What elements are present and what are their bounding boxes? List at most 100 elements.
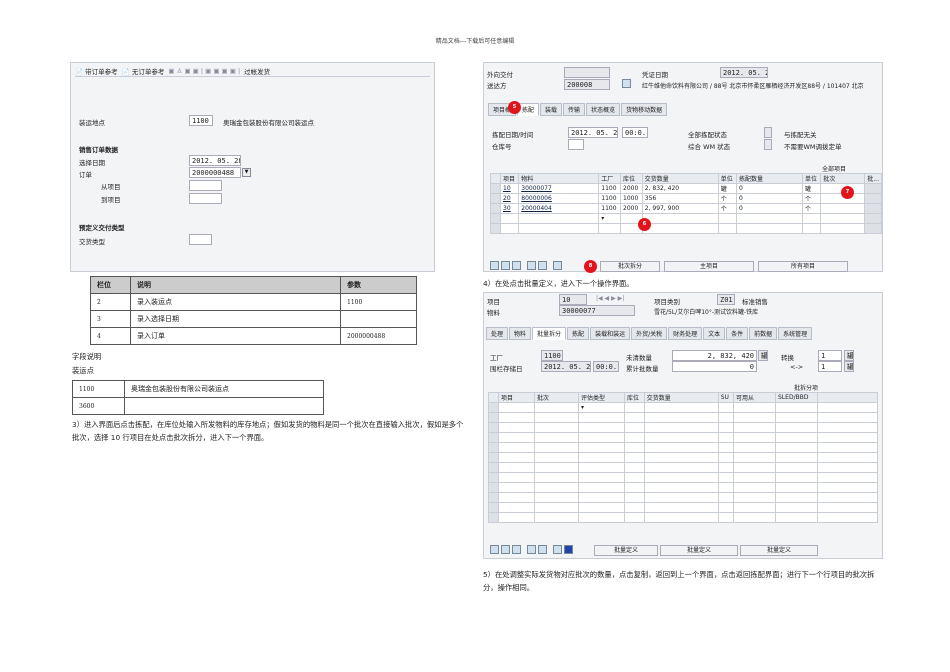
tab-processing[interactable]: 处理 [486, 327, 509, 340]
batch-define-button-3[interactable]: 批量定义 [740, 545, 818, 556]
material-link[interactable]: 80000006 [521, 195, 552, 202]
material-link[interactable]: 20000404 [521, 205, 552, 212]
batch-split-button[interactable]: 批次拆分 [600, 261, 660, 272]
doc-date-input[interactable]: 2012. 05. 28 [720, 67, 768, 78]
conversion-1-input[interactable]: 1 [818, 350, 842, 361]
no-order-ref-button[interactable]: 📄 无订单参考 [122, 66, 165, 76]
dropdown-icon[interactable]: ▾ [598, 213, 621, 224]
select-date-input[interactable]: 2012. 05. 28 [189, 155, 241, 166]
row-selector[interactable] [490, 183, 501, 194]
item-nav-arrows[interactable]: |◀ ◀ ▶ ▶| [596, 295, 624, 302]
tab-admin[interactable]: 系统管理 [778, 327, 813, 340]
batch-define-button-2[interactable]: 批量定义 [660, 545, 738, 556]
item-link[interactable]: 10 [503, 185, 511, 192]
pick-qty-input[interactable]: 0 [736, 203, 803, 214]
batch-define-button-1[interactable]: 批量定义 [594, 545, 658, 556]
table-row[interactable] [488, 412, 878, 423]
field-desc-heading: 字段说明 [72, 352, 102, 361]
table-row: 3 录入选择日期 [90, 310, 417, 328]
table-row[interactable]: ▾ [490, 213, 882, 224]
table-row[interactable] [488, 442, 878, 453]
table-row[interactable] [488, 492, 878, 503]
storage-location-input[interactable]: 1000 [620, 193, 643, 204]
wm-input[interactable] [764, 139, 772, 150]
table-row[interactable] [488, 422, 878, 433]
open-qty-input[interactable]: 2, 832, 420 [672, 350, 757, 361]
cell: 1100 [598, 183, 621, 194]
table-row[interactable]: 20 80000006 1100 1000 356 个 0 个 [490, 193, 882, 204]
table-row[interactable]: 10 30000077 1100 2000 2, 832, 420 罐 0 罐 [490, 183, 882, 194]
material-link[interactable]: 30000077 [521, 185, 552, 192]
grid-toolbar-icons[interactable] [490, 261, 562, 270]
shipping-point-input[interactable]: 1100 [189, 115, 213, 126]
table-row[interactable] [488, 462, 878, 473]
col-header: 单位 [801, 173, 822, 184]
table-row[interactable] [488, 452, 878, 463]
plant-input[interactable]: 1100 [541, 350, 563, 361]
material-input[interactable]: 30000077 [559, 305, 635, 316]
tab-picking[interactable]: 拣配 [567, 327, 590, 340]
batch-input[interactable] [820, 203, 866, 214]
item-link[interactable]: 30 [503, 205, 511, 212]
toolbar-icons[interactable]: ▣ ♙ ▣ ▣ | ▣ ▣ ▣ ▣ | [168, 67, 240, 75]
table-row[interactable]: 30 20000404 1100 2000 2, 997, 900 个 0 个 [490, 203, 882, 214]
dropdown-icon[interactable]: ▾ [578, 402, 625, 413]
address-text: 红牛维他命饮料有限公司 / 88号 北京市怀柔区雁栖经济开发区88号 / 101… [642, 83, 864, 90]
order-dropdown-icon[interactable]: ▼ [242, 168, 251, 177]
cum-qty-input[interactable]: 0 [672, 361, 757, 372]
batch-button[interactable] [864, 203, 882, 214]
item-category-input[interactable]: Z01 [717, 294, 735, 305]
row-selector[interactable] [490, 193, 501, 204]
pick-qty-input[interactable]: 0 [736, 193, 803, 204]
material-label: 物料 [487, 309, 500, 317]
tab-billing[interactable]: 财务处理 [668, 327, 703, 340]
delivery-type-label: 交货类型 [79, 238, 105, 246]
item-link[interactable]: 20 [503, 195, 511, 202]
tab-preceding[interactable]: 前数据 [749, 327, 778, 340]
storage-location-input[interactable]: 2000 [620, 203, 643, 214]
table-row[interactable] [490, 223, 882, 234]
tab-foreign-trade[interactable]: 外贸/关税 [631, 327, 668, 340]
tab-loading-shipping[interactable]: 装载和装运 [590, 327, 631, 340]
ship-to-input[interactable]: 200008 [564, 79, 610, 90]
table-row[interactable] [488, 432, 878, 443]
table-row[interactable] [488, 512, 878, 523]
all-items-button[interactable]: 所有项目 [758, 261, 848, 272]
from-item-input[interactable] [189, 180, 222, 191]
batch-button[interactable] [864, 183, 882, 194]
tab-loading[interactable]: 装载 [540, 103, 563, 116]
tab-batch-split[interactable]: 批量拆分 [532, 327, 567, 340]
fence-date-input[interactable]: 2012. 05. 28 [541, 361, 591, 372]
delivery-type-input[interactable] [189, 234, 212, 245]
tab-goods-movement[interactable]: 货物移动数据 [621, 103, 668, 116]
table-row[interactable]: ▾ [488, 402, 878, 413]
table-row[interactable] [488, 482, 878, 493]
conversion-2-input[interactable]: 1 [818, 361, 842, 372]
warehouse-input[interactable] [568, 139, 584, 150]
fence-time-input[interactable]: 00:0.. [593, 361, 619, 372]
to-item-input[interactable] [189, 193, 222, 204]
main-item-button[interactable]: 主项目 [664, 261, 754, 272]
table-row[interactable] [488, 472, 878, 483]
order-input[interactable]: 2000000488 [189, 167, 241, 178]
pick-qty-input[interactable]: 0 [736, 183, 803, 194]
tab-transport[interactable]: 传输 [563, 103, 586, 116]
overall-pick-input[interactable] [764, 127, 772, 138]
outbound-input[interactable] [564, 67, 610, 78]
pick-time-input[interactable]: 00:0.. [622, 127, 648, 138]
tab-conditions[interactable]: 条件 [726, 327, 749, 340]
item-input[interactable]: 10 [559, 294, 587, 305]
batch-button[interactable] [864, 193, 882, 204]
tab-status[interactable]: 状态概览 [586, 103, 621, 116]
address-icon[interactable] [622, 79, 631, 88]
table-row: 3600 [72, 397, 324, 415]
post-goods-button[interactable]: 过帐发货 [244, 66, 270, 76]
batch-toolbar-icons[interactable] [490, 545, 573, 554]
row-selector[interactable] [490, 203, 501, 214]
storage-location-input[interactable]: 2000 [620, 183, 643, 194]
pick-date-input[interactable]: 2012. 05. 25 [568, 127, 618, 138]
tab-material[interactable]: 物料 [509, 327, 532, 340]
tab-text[interactable]: 文本 [703, 327, 726, 340]
with-order-ref-button[interactable]: 📄 带订单参考 [75, 66, 118, 76]
table-row[interactable] [488, 502, 878, 513]
